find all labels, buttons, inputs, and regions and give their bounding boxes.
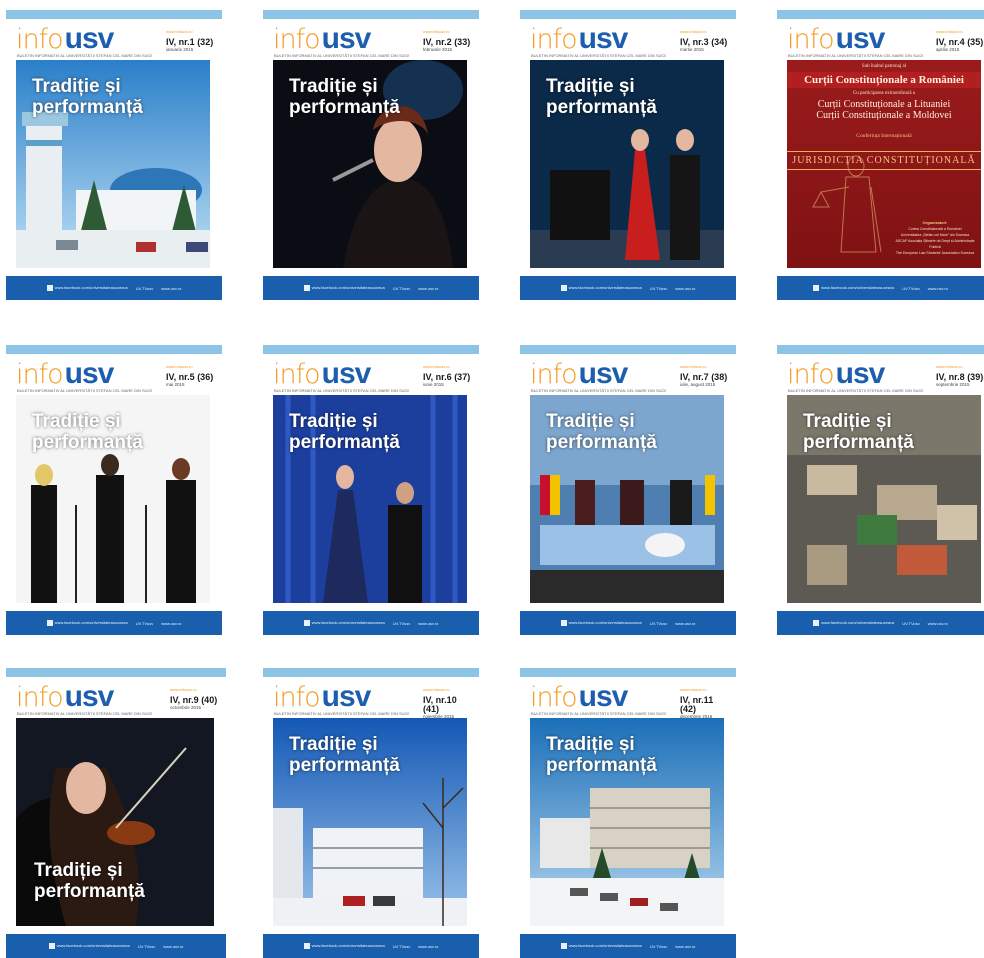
- cover-footer: www.facebook.com/universitateasuceava UV.…: [520, 611, 736, 635]
- cover-tagline: BULETIN INFORMATIV AL UNIVERSITĂȚII ȘTEF…: [17, 711, 152, 716]
- cover-top-bar: [263, 10, 479, 19]
- cover-footer: www.facebook.com/universitateasuceava UV.…: [6, 276, 222, 300]
- infousv-logo: info usv: [16, 357, 114, 390]
- issue-info: www.infousv.ro IV, nr.6 (37) iunie 2015: [423, 364, 471, 387]
- constitutional-conference-poster: Sub înaltul patronaj al Curții Constituț…: [787, 60, 981, 268]
- issue-info: www.infousv.ro IV, nr.2 (33) februarie 201…: [423, 29, 471, 52]
- cover-headline: Tradiție și performanță: [34, 860, 145, 902]
- cover-headline: Tradiție și performanță: [546, 734, 657, 776]
- cover-top-bar: [777, 10, 984, 19]
- cover-headline: Tradiție și performanță: [546, 411, 657, 453]
- infousv-logo: info usv: [273, 22, 371, 55]
- cover-footer: www.facebook.com/universitateasuceava UV.…: [520, 934, 736, 958]
- issue-info: www.infousv.ro IV, nr.4 (35) aprilie 2015: [936, 29, 984, 52]
- infousv-logo: info usv: [530, 680, 628, 713]
- cover-photo: Sub înaltul patronaj al Curții Constituț…: [787, 60, 981, 268]
- issue-info: www.infousv.ro IV, nr.11 (42) decembrie 20…: [680, 687, 714, 719]
- cover-footer: www.facebook.com/universitateasuceava UV.…: [263, 611, 479, 635]
- cover-headline: Tradiție și performanță: [289, 411, 400, 453]
- issue-info: www.infousv.ro IV, nr.3 (34) martie 2015: [680, 29, 728, 52]
- cover-headline: Tradiție și performanță: [32, 76, 143, 118]
- infousv-logo: info usv: [530, 357, 628, 390]
- infousv-logo: info usv: [530, 22, 628, 55]
- cover-photo: Tradiție și performanță: [530, 718, 724, 926]
- cover-footer: www.facebook.com/universitateasuceava UV.…: [263, 934, 479, 958]
- infousv-logo: info usv: [787, 357, 885, 390]
- cover-headline: Tradiție și performanță: [546, 76, 657, 118]
- cover-tagline: BULETIN INFORMATIV AL UNIVERSITĂȚII ȘTEF…: [788, 388, 923, 393]
- cover-footer: www.facebook.com/universitateasuceava UV.…: [520, 276, 736, 300]
- cover-photo: Tradiție și performanță: [16, 718, 214, 926]
- cover-tagline: BULETIN INFORMATIV AL UNIVERSITĂȚII ȘTEF…: [274, 53, 409, 58]
- issue-info: www.infousv.ro IV, nr.8 (39) septembrie 20…: [936, 364, 984, 387]
- cover-tagline: BULETIN INFORMATIV AL UNIVERSITĂȚII ȘTEF…: [17, 388, 152, 393]
- cover-photo: Tradiție și performanță: [273, 60, 467, 268]
- cover-tagline: BULETIN INFORMATIV AL UNIVERSITĂȚII ȘTEF…: [274, 711, 409, 716]
- cover-top-bar: [6, 345, 222, 354]
- issue-info: www.infousv.ro IV, nr.7 (38) iulie, august…: [680, 364, 728, 387]
- cover-footer: www.facebook.com/universitateasuceava UV.…: [6, 934, 226, 958]
- cover-tagline: BULETIN INFORMATIV AL UNIVERSITĂȚII ȘTEF…: [274, 388, 409, 393]
- magazine-cover[interactable]: info usv BULETIN INFORMATIV AL UNIVERSITĂ…: [263, 10, 479, 300]
- cover-footer: www.facebook.com/universitateasuceava UV.…: [777, 611, 984, 635]
- magazine-cover[interactable]: info usv BULETIN INFORMATIV AL UNIVERSITĂ…: [263, 668, 479, 958]
- cover-top-bar: [520, 668, 736, 677]
- cover-photo: Tradiție și performanță: [273, 718, 467, 926]
- infousv-logo: info usv: [16, 22, 114, 55]
- infousv-logo: info usv: [787, 22, 885, 55]
- infousv-logo: info usv: [16, 680, 114, 713]
- magazine-cover[interactable]: info usv BULETIN INFORMATIV AL UNIVERSITĂ…: [6, 10, 222, 300]
- cover-top-bar: [777, 345, 984, 354]
- cover-photo: Tradiție și performanță: [273, 395, 467, 603]
- cover-headline: Tradiție și performanță: [289, 76, 400, 118]
- cover-tagline: BULETIN INFORMATIV AL UNIVERSITĂȚII ȘTEF…: [531, 53, 666, 58]
- magazine-cover[interactable]: info usv BULETIN INFORMATIV AL UNIVERSITĂ…: [263, 345, 479, 635]
- cover-photo: Tradiție și performanță: [16, 60, 210, 268]
- cover-top-bar: [6, 668, 226, 677]
- cover-footer: www.facebook.com/universitateasuceava UV.…: [263, 276, 479, 300]
- magazine-cover[interactable]: info usv BULETIN INFORMATIV AL UNIVERSITĂ…: [520, 10, 736, 300]
- cover-tagline: BULETIN INFORMATIV AL UNIVERSITĂȚII ȘTEF…: [788, 53, 923, 58]
- cover-footer: www.facebook.com/universitateasuceava UV.…: [777, 276, 984, 300]
- cover-photo: Tradiție și performanță: [16, 395, 210, 603]
- infousv-logo: info usv: [273, 680, 371, 713]
- cover-photo: Tradiție și performanță: [530, 60, 724, 268]
- issue-info: www.infousv.ro IV, nr.10 (41) noiembrie 20…: [423, 687, 457, 719]
- cover-headline: Tradiție și performanță: [803, 411, 914, 453]
- cover-tagline: BULETIN INFORMATIV AL UNIVERSITĂȚII ȘTEF…: [531, 388, 666, 393]
- cover-top-bar: [263, 345, 479, 354]
- magazine-cover[interactable]: info usv BULETIN INFORMATIV AL UNIVERSITĂ…: [520, 668, 736, 958]
- cover-footer: www.facebook.com/universitateasuceava UV.…: [6, 611, 222, 635]
- cover-photo: Tradiție și performanță: [787, 395, 981, 603]
- magazine-cover[interactable]: info usv BULETIN INFORMATIV AL UNIVERSITĂ…: [6, 345, 222, 635]
- cover-top-bar: [263, 668, 479, 677]
- cover-tagline: BULETIN INFORMATIV AL UNIVERSITĂȚII ȘTEF…: [17, 53, 152, 58]
- cover-top-bar: [520, 10, 736, 19]
- issue-info: www.infousv.ro IV, nr.9 (40) octombrie 201…: [170, 687, 218, 710]
- infousv-logo: info usv: [273, 357, 371, 390]
- magazine-cover[interactable]: info usv BULETIN INFORMATIV AL UNIVERSITĂ…: [520, 345, 736, 635]
- magazine-cover[interactable]: info usv BULETIN INFORMATIV AL UNIVERSITĂ…: [6, 668, 226, 958]
- cover-tagline: BULETIN INFORMATIV AL UNIVERSITĂȚII ȘTEF…: [531, 711, 666, 716]
- cover-photo: Tradiție și performanță: [530, 395, 724, 603]
- magazine-cover[interactable]: info usv BULETIN INFORMATIV AL UNIVERSITĂ…: [777, 345, 984, 635]
- justice-statue-icon: [812, 155, 882, 253]
- cover-top-bar: [520, 345, 736, 354]
- cover-headline: Tradiție și performanță: [289, 734, 400, 776]
- magazine-cover[interactable]: info usv BULETIN INFORMATIV AL UNIVERSITĂ…: [777, 10, 984, 300]
- issue-info: www.infousv.ro IV, nr.5 (36) mai 2015: [166, 364, 214, 387]
- issue-info: www.infousv.ro IV, nr.1 (32) ianuarie 2015: [166, 29, 214, 52]
- cover-top-bar: [6, 10, 222, 19]
- cover-headline: Tradiție și performanță: [32, 411, 143, 453]
